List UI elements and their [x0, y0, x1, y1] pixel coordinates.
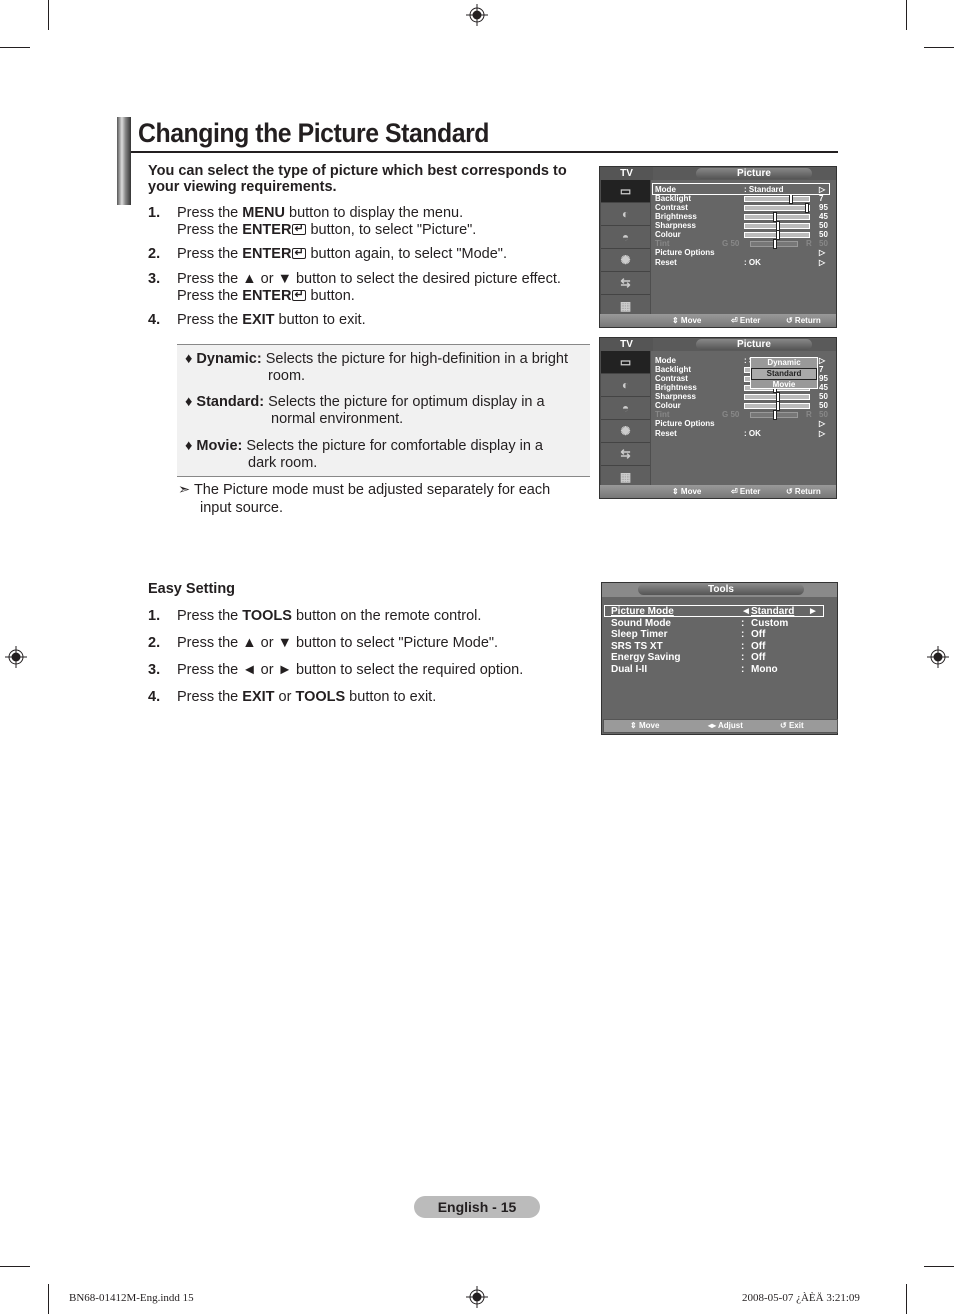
osd-row-contrast[interactable]: Contrast: [655, 374, 688, 383]
osd-row-reset[interactable]: Reset: [655, 258, 677, 267]
registration-mark-icon: [5, 646, 27, 668]
page-title: Changing the Picture Standard: [138, 118, 490, 148]
crop-mark: [924, 1266, 954, 1267]
osd-row-tint[interactable]: Tint: [655, 239, 670, 248]
enter-icon: [292, 287, 307, 303]
osd-row-backlight[interactable]: Backlight: [655, 365, 691, 374]
chevron-right-icon: ▷: [819, 429, 826, 438]
chevron-right-icon: ▷: [819, 356, 826, 365]
osd-row-picture-options[interactable]: Picture Options: [655, 419, 715, 428]
osd-row-contrast[interactable]: Contrast: [655, 203, 688, 212]
slug-right: 2008-05-07 ¿ÀÈÄ 3:21:09: [742, 1292, 860, 1304]
arrow-right-icon: ►: [808, 606, 818, 617]
osd-slider[interactable]: [744, 203, 810, 213]
osd-row-brightness[interactable]: Brightness: [655, 383, 697, 392]
tools-row-srs-ts-xt[interactable]: SRS TS XT: [611, 641, 663, 653]
picture-modes-box: ♦ Dynamic: Selects the picture for high-…: [177, 344, 590, 477]
mode-movie: ♦ Movie: Selects the picture for comfort…: [185, 438, 543, 471]
chevron-right-icon: ▷: [819, 248, 826, 257]
chevron-right-icon: ▷: [819, 419, 826, 428]
setup-icon[interactable]: ✺: [601, 420, 650, 443]
dropdown-option-movie[interactable]: Movie: [751, 380, 817, 390]
sound-icon[interactable]: ◐: [601, 374, 650, 397]
slug-left: BN68-01412M-Eng.indd 15: [69, 1292, 194, 1304]
osd-row-tint[interactable]: Tint: [655, 410, 670, 419]
tools-row-sound-mode[interactable]: Sound Mode: [611, 618, 671, 630]
registration-mark-icon: [466, 4, 488, 26]
mode-dropdown[interactable]: Dynamic Standard Movie: [750, 357, 818, 389]
osd-tools-menu: Tools Picture Mode ◄ Standard ► Sound Mode: C…: [601, 582, 838, 735]
osd-row-mode[interactable]: Mode: [655, 356, 676, 365]
picture-icon[interactable]: ▭: [601, 180, 650, 203]
mode-standard: ♦ Standard: Selects the picture for opti…: [185, 394, 545, 427]
osd-menu-title: Picture: [696, 168, 812, 179]
sound-icon[interactable]: ◐: [601, 203, 650, 226]
dropdown-option-dynamic[interactable]: Dynamic: [751, 358, 817, 368]
note-arrow-icon: ➣: [178, 482, 191, 498]
tools-row-sleep-timer[interactable]: Sleep Timer: [611, 629, 668, 641]
enter-icon: [292, 245, 307, 262]
osd-tv-tab: TV: [600, 338, 653, 351]
title-accent-bar: [117, 117, 131, 205]
osd-row-colour[interactable]: Colour: [655, 401, 681, 410]
tools-row-picture-mode[interactable]: Picture Mode: [611, 606, 674, 618]
osd-menu-title: Picture: [696, 339, 812, 350]
channel-icon[interactable]: ◓: [601, 397, 650, 420]
osd-row-picture-options[interactable]: Picture Options: [655, 248, 715, 257]
crop-mark: [906, 1284, 907, 1314]
title-rule: [131, 151, 838, 153]
intro-text: You can select the type of picture which…: [148, 163, 567, 195]
page-number: English - 15: [414, 1196, 540, 1218]
tools-footer: ⇕ Move ◂▸ Adjust ↺ Exit: [603, 719, 838, 733]
osd-slider[interactable]: [744, 194, 810, 204]
osd-row-colour[interactable]: Colour: [655, 230, 681, 239]
osd-row-backlight[interactable]: Backlight: [655, 194, 691, 203]
input-icon[interactable]: ⇆: [601, 272, 650, 295]
osd-row-brightness[interactable]: Brightness: [655, 212, 697, 221]
enter-icon: [292, 221, 307, 237]
osd-slider[interactable]: [744, 221, 810, 231]
crop-mark: [48, 1284, 49, 1314]
osd-footer: ⇕ Move ⏎ Enter ↺ Return: [600, 314, 836, 327]
crop-mark: [0, 1266, 30, 1267]
crop-mark: [906, 0, 907, 30]
osd-slider[interactable]: [744, 230, 810, 240]
crop-mark: [48, 0, 49, 30]
tools-title: Tools: [638, 584, 804, 595]
setup-icon[interactable]: ✺: [601, 249, 650, 272]
osd-slider[interactable]: [744, 212, 810, 222]
easy-setting-heading: Easy Setting: [148, 581, 236, 597]
dropdown-option-standard[interactable]: Standard: [751, 368, 817, 380]
picture-icon[interactable]: ▭: [601, 351, 650, 374]
osd-sidebar: ▭ ◐ ◓ ✺ ⇆ ▦: [600, 180, 651, 323]
note: ➣ The Picture mode must be adjusted sepa…: [178, 482, 551, 516]
tools-row-dual-i-ii[interactable]: Dual I-II: [611, 664, 647, 676]
registration-mark-icon: [466, 1286, 488, 1308]
osd-slider[interactable]: [744, 392, 810, 402]
osd-slider[interactable]: [744, 401, 810, 411]
osd-slider[interactable]: [750, 239, 798, 249]
input-icon[interactable]: ⇆: [601, 443, 650, 466]
channel-icon[interactable]: ◓: [601, 226, 650, 249]
osd-row-sharpness[interactable]: Sharpness: [655, 221, 696, 230]
osd-slider[interactable]: [750, 410, 798, 420]
tools-row-energy-saving[interactable]: Energy Saving: [611, 652, 680, 664]
osd-footer: ⇕ Move ⏎ Enter ↺ Return: [600, 485, 836, 498]
osd-tv-tab: TV: [600, 167, 653, 180]
mode-dynamic: ♦ Dynamic: Selects the picture for high-…: [185, 351, 568, 384]
osd-picture-menu-dropdown: TVPicture▭◐◓✺⇆▦Mode: Standard▷Backlight7…: [599, 337, 837, 499]
chevron-right-icon: ▷: [819, 258, 826, 267]
osd-row-sharpness[interactable]: Sharpness: [655, 392, 696, 401]
registration-mark-icon: [927, 646, 949, 668]
osd-picture-menu: TV Picture ▭ ◐ ◓ ✺ ⇆ ▦ Mode: Standard ▷ Backlight 7…: [599, 166, 837, 328]
osd-row-highlight: [652, 183, 830, 195]
crop-mark: [924, 47, 954, 48]
osd-sidebar: ▭ ◐ ◓ ✺ ⇆ ▦: [600, 351, 651, 494]
crop-mark: [0, 47, 30, 48]
osd-row-reset[interactable]: Reset: [655, 429, 677, 438]
